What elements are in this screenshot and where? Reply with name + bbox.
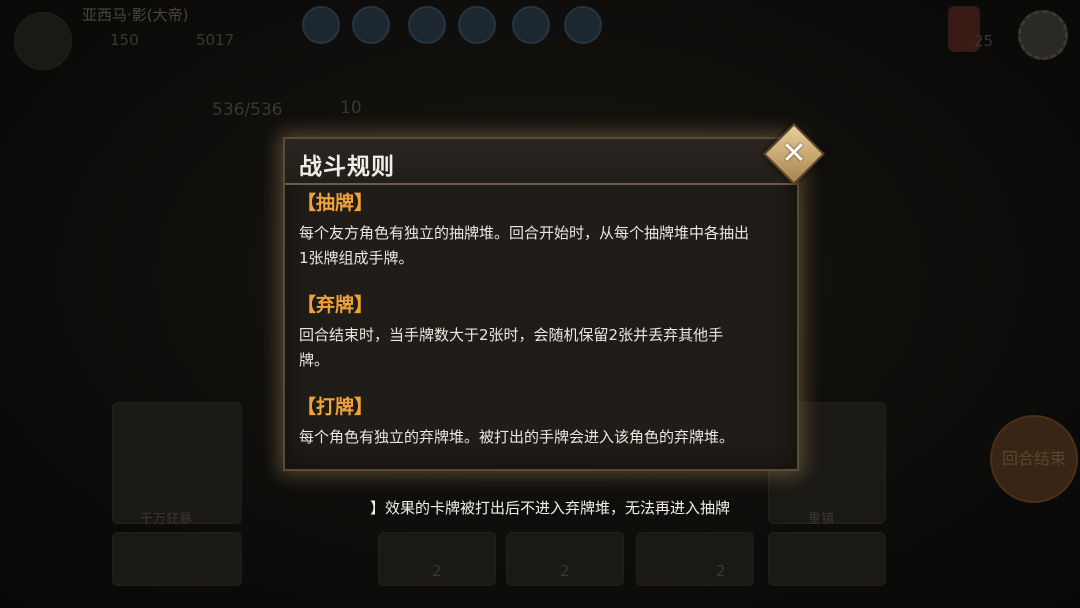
hp-value: 536/536 — [212, 100, 283, 120]
gear-icon[interactable] — [1018, 10, 1068, 60]
rules-list: 【抽牌】 每个友方角色有独立的抽牌堆。回合开始时，从每个抽牌堆中各抽出 1张牌组… — [297, 191, 785, 472]
tip-text: 】效果的卡牌被打出后不进入弃牌堆，无法再进入抽牌 — [370, 499, 731, 517]
card-cost: 2 — [432, 562, 442, 580]
energy-count: 25 — [974, 32, 994, 50]
rule-heading-discard: 【弃牌】 — [297, 294, 374, 316]
buff-icon — [512, 6, 550, 44]
rule-section-draw: 【抽牌】 每个友方角色有独立的抽牌堆。回合开始时，从每个抽牌堆中各抽出 1张牌组… — [297, 191, 785, 271]
rule-line: 每个友方角色有独立的抽牌堆。回合开始时，从每个抽牌堆中各抽出 — [299, 224, 750, 242]
battle-rules-dialog: 战斗规则 【抽牌】 每个友方角色有独立的抽牌堆。回合开始时，从每个抽牌堆中各抽出… — [283, 137, 799, 471]
hero-card-left-name: 千万狂暴 — [140, 512, 193, 527]
rule-section-play: 【打牌】 每个角色有独立的弃牌堆。被打出的手牌会进入该角色的弃牌堆。 — [297, 395, 785, 450]
rule-text-draw: 每个友方角色有独立的抽牌堆。回合开始时，从每个抽牌堆中各抽出 1张牌组成手牌。 — [297, 221, 785, 271]
buff-icon — [302, 6, 340, 44]
hero-card-left — [112, 402, 242, 524]
rule-text-discard: 回合结束时，当手牌数大于2张时，会随机保留2张并丢弃其他手 牌。 — [297, 323, 785, 373]
tip-banner: 】效果的卡牌被打出后不进入弃牌堆，无法再进入抽牌 — [370, 495, 770, 521]
rule-line: 1张牌组成手牌。 — [299, 249, 414, 267]
dialog-header: 战斗规则 — [285, 139, 797, 185]
rule-section-discard: 【弃牌】 回合结束时，当手牌数大于2张时，会随机保留2张并丢弃其他手 牌。 — [297, 293, 785, 373]
gold-count: 150 — [110, 31, 139, 49]
end-turn-button[interactable]: 回合结束 — [990, 415, 1078, 503]
buff-icon — [458, 6, 496, 44]
buff-icon — [352, 6, 390, 44]
hand-card-slot — [768, 532, 886, 586]
hand-card-slot — [112, 532, 242, 586]
rule-heading-play: 【打牌】 — [297, 396, 374, 418]
buff-icon — [408, 6, 446, 44]
rule-text-play: 每个角色有独立的弃牌堆。被打出的手牌会进入该角色的弃牌堆。 — [297, 425, 785, 450]
gem-count: 5017 — [196, 31, 235, 49]
hero-card-right-name: 重镇 — [808, 512, 835, 527]
card-cost: 2 — [716, 562, 726, 580]
rule-line: 每个角色有独立的弃牌堆。被打出的手牌会进入该角色的弃牌堆。 — [299, 428, 735, 446]
rule-heading-draw: 【抽牌】 — [297, 192, 374, 214]
card-cost: 2 — [560, 562, 570, 580]
rule-line: 牌。 — [299, 351, 330, 369]
shield-value: 10 — [340, 98, 362, 118]
rule-line: 回合结束时，当手牌数大于2张时，会随机保留2张并丢弃其他手 — [299, 326, 724, 344]
hand-card-slot — [636, 532, 754, 586]
player-portrait — [14, 12, 72, 70]
buff-icon — [564, 6, 602, 44]
close-icon: ✕ — [781, 136, 807, 171]
dialog-title: 战斗规则 — [299, 154, 395, 180]
player-name: 亚西马·影(大帝) — [82, 6, 189, 24]
